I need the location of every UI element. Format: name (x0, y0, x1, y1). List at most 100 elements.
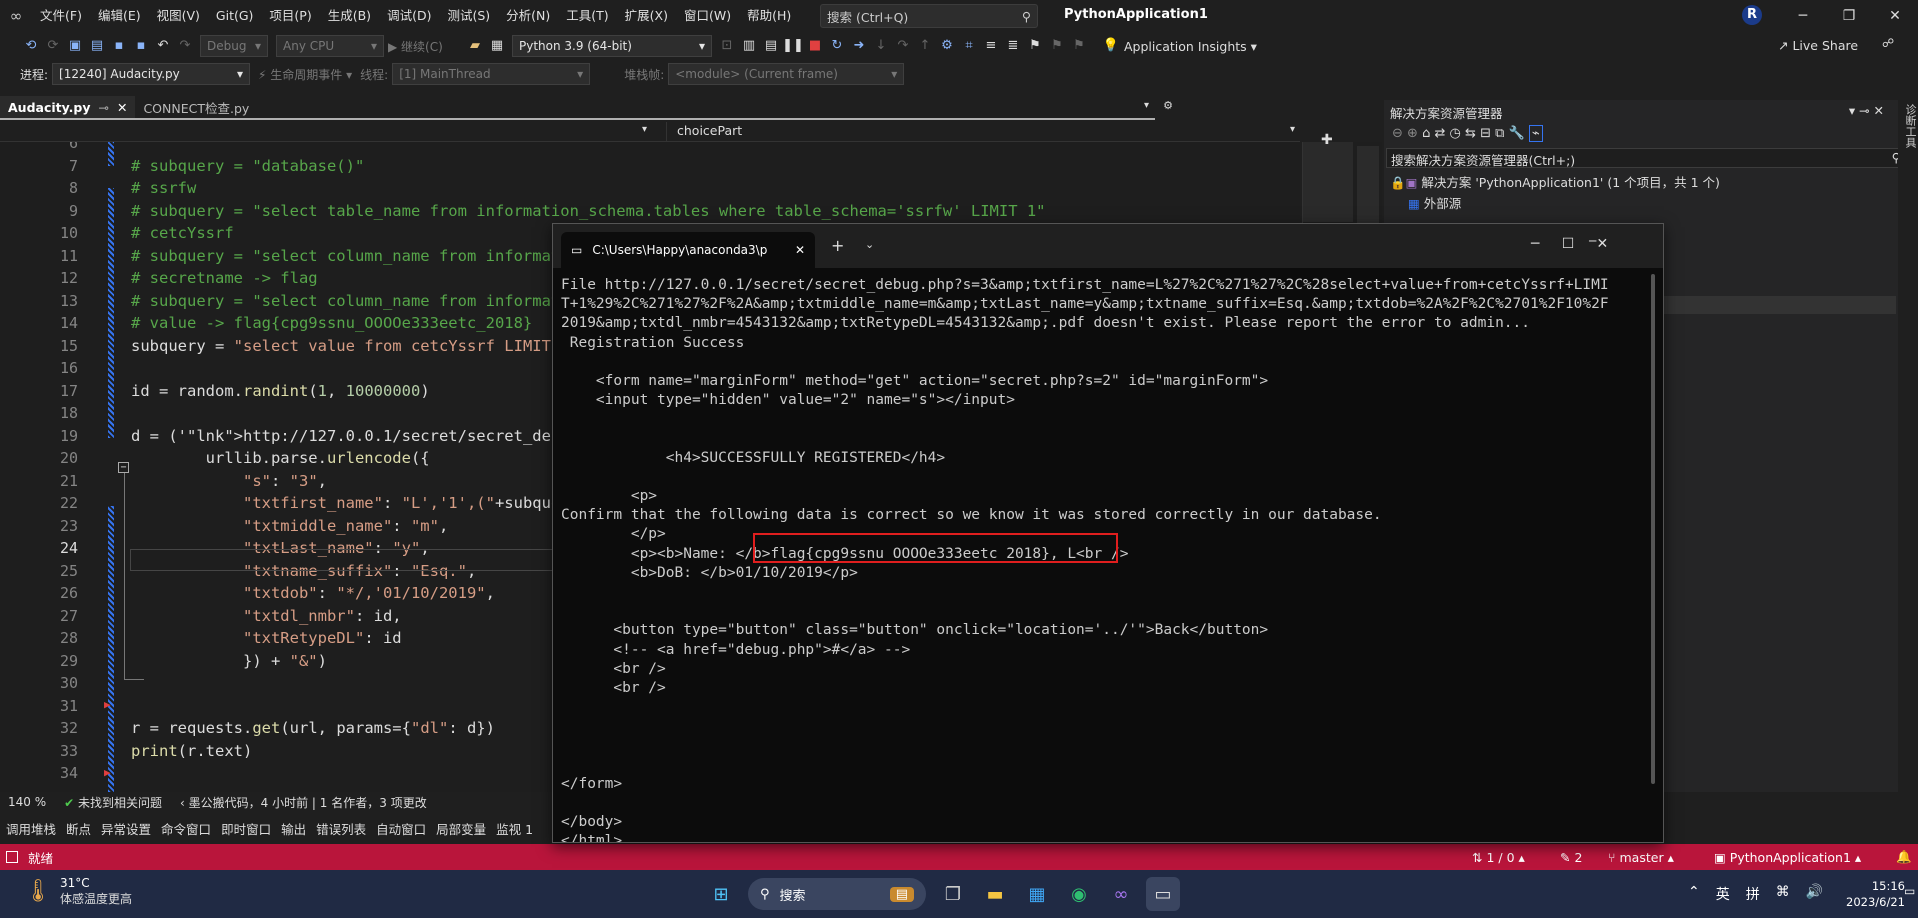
thread-select[interactable]: [1] MainThread ▾ (392, 63, 591, 85)
lifecycle-events-button[interactable]: ⚡ 生命周期事件 ▾ (258, 66, 352, 83)
changes-indicator[interactable]: ✎ 2 (1560, 850, 1582, 865)
forward-icon[interactable]: ⟳ (42, 35, 64, 57)
project-indicator[interactable]: ▣ PythonApplication1 ▴ (1714, 850, 1861, 865)
show-next-icon[interactable]: ➜ (848, 35, 870, 57)
step-out-icon[interactable]: ↑ (914, 35, 936, 57)
platform-select[interactable]: Any CPU ▾ (276, 35, 384, 57)
console-restore-button[interactable]: ☐ (1562, 236, 1575, 252)
undo-icon[interactable]: ↶ (152, 35, 174, 57)
stackframe-select[interactable]: <module> (Current frame) ▾ (668, 63, 905, 85)
code-line[interactable]: "txtfirst_name": "L','1',("+subque (131, 494, 560, 512)
uncomment-icon[interactable]: ≣ (1002, 35, 1024, 57)
layout-icon[interactable]: ▦ (486, 35, 508, 57)
minimize-icon[interactable]: ─ (1780, 0, 1826, 32)
tool-window-tab[interactable]: 断点 (66, 819, 91, 838)
console-close-button[interactable]: ✕ (1597, 236, 1609, 252)
new-project-icon[interactable]: ▣ (64, 35, 86, 57)
tab-audacity[interactable]: Audacity.py ⊸ ✕ (0, 96, 136, 118)
clock[interactable]: 15:16 2023/6/21 (1846, 878, 1905, 910)
global-search-input[interactable]: 搜索 (Ctrl+Q) ⚲ (820, 4, 1038, 28)
terminal-icon[interactable]: ▭ (1146, 877, 1180, 911)
menu-item[interactable]: 窗口(W) (676, 0, 739, 32)
next-bookmark-icon[interactable]: ⚑ (1068, 35, 1090, 57)
split-icon[interactable]: ✚ (1321, 132, 1333, 148)
app-insights-button[interactable]: Application Insights ▾ (1124, 39, 1257, 54)
folder-icon[interactable]: ▰ (464, 35, 486, 57)
file-explorer-icon[interactable]: ▬ (978, 877, 1012, 911)
tool-window-tab[interactable]: 输出 (281, 819, 306, 838)
env-icon[interactable]: ⊡ (716, 35, 738, 57)
tool-window-tab[interactable]: 异常设置 (101, 819, 151, 838)
tool-window-tab[interactable]: 调用堆栈 (6, 819, 56, 838)
ime-lang[interactable]: 英 (1716, 884, 1730, 904)
restore-icon[interactable]: ❐ (1826, 0, 1872, 32)
code-line[interactable]: "txtdob": "*/,'01/10/2019", (131, 584, 495, 602)
restart-icon[interactable]: ↻ (826, 35, 848, 57)
feedback-icon[interactable]: ☍ (1882, 36, 1894, 50)
start-icon[interactable]: ⊞ (704, 877, 738, 911)
prev-bookmark-icon[interactable]: ⚑ (1046, 35, 1068, 57)
git-branch[interactable]: ⑂ master ▴ (1608, 850, 1674, 865)
home-icon[interactable]: ⌂ (1422, 126, 1430, 141)
zoom-level[interactable]: 140 % (8, 795, 46, 809)
code-line[interactable]: # secretname -> flag (131, 269, 318, 287)
close-tab-icon[interactable]: ✕ (795, 243, 805, 257)
diagnostic-icon[interactable]: ⌗ (958, 35, 980, 57)
menu-item[interactable]: 扩展(X) (617, 0, 676, 32)
comment-icon[interactable]: ≡ (980, 35, 1002, 57)
issues-indicator[interactable]: ✔ 未找到相关问题 (64, 794, 162, 811)
save-all-icon[interactable]: ▪ (130, 35, 152, 57)
menu-item[interactable]: 编辑(E) (90, 0, 149, 32)
code-line[interactable]: }) + "&") (131, 652, 327, 670)
tool-window-tab[interactable]: 监视 1 (496, 819, 533, 838)
notifications-icon[interactable]: 🔔 (1896, 849, 1912, 865)
code-line[interactable]: # subquery = "database()" (131, 157, 364, 175)
close-tab-icon[interactable]: ✕ (117, 100, 127, 115)
tool-window-tab[interactable]: 命令窗口 (161, 819, 211, 838)
pause-icon[interactable]: ❚❚ (782, 35, 804, 57)
new-tab-icon[interactable]: + (831, 236, 844, 255)
visual-studio-logo-icon[interactable]: ∞ (0, 0, 32, 32)
menu-item[interactable]: 调试(D) (379, 0, 439, 32)
chevron-down-icon[interactable]: ⌄ (865, 238, 874, 251)
code-line[interactable]: print(r.text) (131, 742, 252, 760)
notification-center-icon[interactable]: ▭ (1904, 884, 1915, 898)
tab-connect[interactable]: CONNECT检查.py (135, 96, 257, 118)
code-line[interactable]: id = random.randint(1, 10000000) (131, 382, 430, 400)
redo-icon[interactable]: ↷ (174, 35, 196, 57)
line-position[interactable]: ⇅ 1 / 0 ▴ (1472, 850, 1525, 865)
menu-item[interactable]: 工具(T) (558, 0, 616, 32)
back-icon[interactable]: ⊖ (1392, 126, 1403, 141)
tool-window-tab[interactable]: 自动窗口 (376, 819, 426, 838)
breakpoint-marker-icon[interactable]: ▶ (104, 766, 111, 779)
menu-item[interactable]: 帮助(H) (739, 0, 799, 32)
code-line[interactable]: # ssrfw (131, 179, 196, 197)
menu-item[interactable]: 分析(N) (498, 0, 558, 32)
code-line[interactable]: # subquery = "select column_name from in… (131, 247, 560, 265)
back-icon[interactable]: ⟲ (20, 35, 42, 57)
taskbar-search[interactable]: ⚲ 搜索 ▤ (748, 878, 926, 910)
chevron-up-icon[interactable]: ⌃ (1688, 884, 1700, 904)
store-icon[interactable]: ▦ (1020, 877, 1054, 911)
code-line[interactable]: urllib.parse.urlencode({ (131, 449, 430, 467)
solution-search-input[interactable]: 搜索解决方案资源管理器(Ctrl+;)⚲ ▾ (1386, 148, 1916, 168)
codelens-info[interactable]: ‹ 墨公搬代码，4 小时前 | 1 名作者，3 项更改 (180, 794, 427, 811)
pending-changes-icon[interactable]: ◷ (1450, 126, 1461, 141)
scope-dropdown-icon[interactable]: ▾ (642, 124, 647, 135)
console-scrollbar[interactable] (1651, 274, 1655, 784)
task-view-icon[interactable]: ❐ (936, 877, 970, 911)
code-line[interactable]: # value -> flag{cpg9ssnu_OOOOe333eetc_20… (131, 314, 532, 332)
tool-window-tab[interactable]: 错误列表 (316, 819, 366, 838)
stop-icon[interactable]: ■ (804, 35, 826, 57)
tool-window-tab[interactable]: 局部变量 (436, 819, 486, 838)
app-insights-icon[interactable]: 💡 (1100, 35, 1122, 57)
tab-list-icon[interactable]: ▾ (1144, 100, 1149, 111)
process-select[interactable]: [12240] Audacity.py ▾ (52, 63, 251, 85)
menu-item[interactable]: Git(G) (208, 0, 262, 32)
close-icon[interactable]: ✕ (1872, 0, 1918, 32)
member-select[interactable]: choicePart (666, 122, 1302, 142)
settings-icon[interactable]: ⚙ (1163, 99, 1173, 112)
menu-item[interactable]: 测试(S) (439, 0, 498, 32)
step-over-icon[interactable]: ↷ (892, 35, 914, 57)
tool-window-tab[interactable]: 即时窗口 (221, 819, 271, 838)
